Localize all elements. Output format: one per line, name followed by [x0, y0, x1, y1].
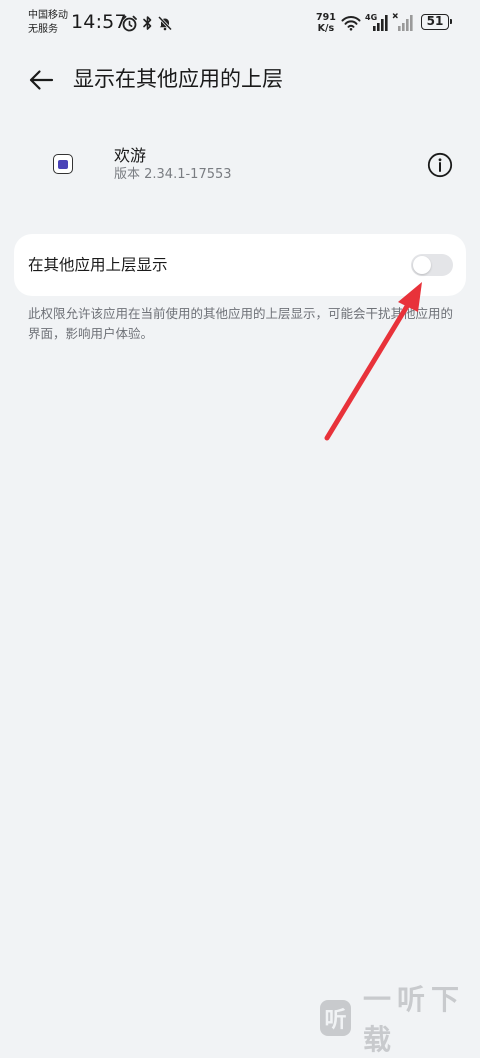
alarm-icon: [120, 14, 138, 32]
service-status: 无服务: [28, 24, 58, 35]
network-speed-value: 791: [316, 12, 336, 23]
bluetooth-icon: [140, 14, 154, 32]
status-bar: 中国移动 无服务 14:57 791 K/s 4G 51: [0, 0, 480, 44]
signal-no-service-icon: [392, 11, 414, 33]
page-title: 显示在其他应用的上层: [73, 67, 283, 91]
mute-bell-icon: [156, 14, 173, 32]
battery-icon: 51: [421, 14, 452, 30]
carrier-name: 中国移动: [28, 10, 68, 21]
app-info-button[interactable]: [427, 152, 453, 178]
watermark-logo: 听: [320, 1000, 351, 1036]
overlay-permission-toggle[interactable]: [411, 254, 453, 276]
title-bar: 显示在其他应用的上层: [0, 56, 480, 104]
app-icon: [53, 154, 73, 174]
overlay-permission-card: 在其他应用上层显示: [14, 234, 466, 296]
app-name: 欢游: [114, 146, 147, 165]
network-speed: 791 K/s: [316, 12, 336, 34]
carrier-info: 中国移动 无服务: [28, 9, 68, 37]
arrow-left-icon: [29, 70, 54, 90]
toggle-knob: [413, 256, 431, 274]
signal-4g-label: 4G: [365, 13, 378, 22]
wifi-icon: [340, 14, 362, 32]
app-version: 版本 2.34.1-17553: [114, 167, 232, 182]
info-icon: [427, 152, 453, 178]
clock: 14:57: [71, 11, 127, 33]
watermark-text: 一听下载: [362, 983, 465, 1056]
network-speed-unit: K/s: [317, 23, 335, 34]
app-info-row: 欢游 版本 2.34.1-17553: [0, 138, 480, 194]
back-button[interactable]: [24, 64, 58, 96]
watermark: 听 一听下载: [320, 983, 480, 1056]
permission-description: 此权限允许该应用在当前使用的其他应用的上层显示，可能会干扰其他应用的界面，影响用…: [28, 306, 454, 341]
signal-4g-icon: 4G: [365, 11, 389, 33]
overlay-permission-label: 在其他应用上层显示: [28, 256, 168, 274]
annotation-arrow-icon: [324, 282, 422, 441]
app-icon-image: [58, 159, 68, 169]
